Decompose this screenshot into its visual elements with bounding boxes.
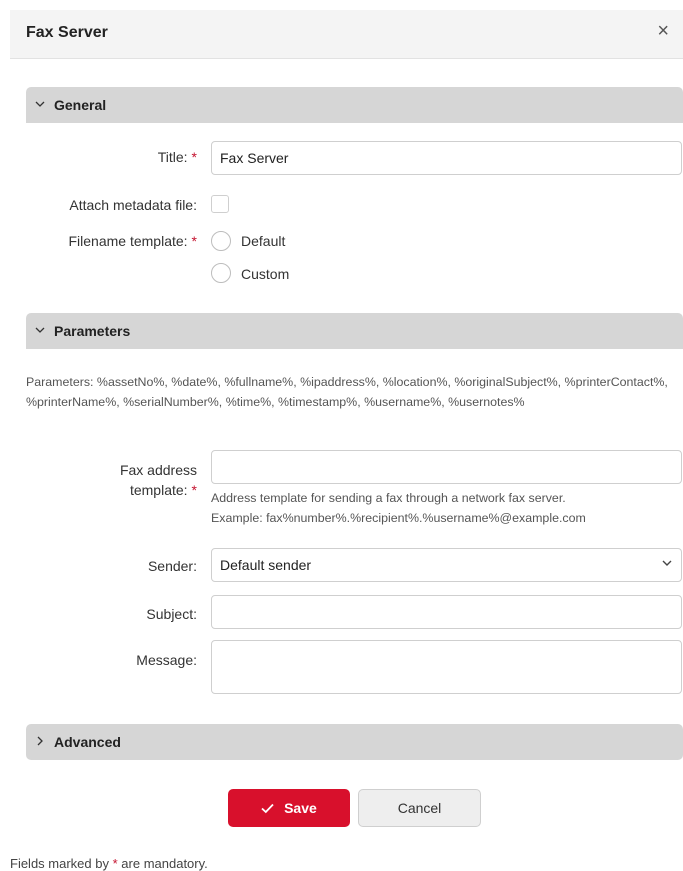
chevron-down-icon	[35, 313, 45, 349]
title-field-label: Title: *	[10, 149, 197, 165]
message-textarea[interactable]	[211, 640, 682, 694]
required-marker: *	[191, 149, 197, 165]
fax-address-label: Fax address template: *	[10, 460, 197, 500]
check-icon	[261, 800, 278, 816]
filename-label-text: Filename template:	[68, 233, 188, 249]
chevron-down-icon	[35, 87, 45, 123]
section-general-header[interactable]: General	[26, 87, 683, 123]
chevron-down-icon	[661, 549, 673, 581]
mandatory-fields-note: Fields marked by * are mandatory.	[10, 856, 208, 871]
filename-default-radio[interactable]	[211, 231, 231, 251]
dialog-title: Fax Server	[26, 24, 108, 41]
parameters-list: Parameters: %assetNo%, %date%, %fullname…	[26, 375, 668, 409]
filename-template-label: Filename template: *	[10, 233, 197, 249]
fax-address-input[interactable]	[211, 450, 682, 484]
filename-custom-label: Custom	[241, 266, 290, 282]
note-prefix: Fields marked by	[10, 856, 109, 871]
message-label: Message:	[136, 652, 197, 668]
save-button[interactable]: Save	[228, 789, 350, 827]
sender-select[interactable]: Default sender	[211, 548, 682, 582]
fax-hint-line1: Address template for sending a fax throu…	[211, 491, 566, 505]
attach-metadata-label: Attach metadata file:	[69, 197, 197, 213]
attach-metadata-checkbox[interactable]	[211, 195, 229, 213]
dialog-header: Fax Server ×	[10, 10, 683, 59]
filename-custom-radio[interactable]	[211, 263, 231, 283]
fax-label-line2: template:	[129, 482, 188, 498]
save-button-label: Save	[284, 800, 317, 816]
fax-server-dialog: Fax Server × General Title:* Attach meta…	[10, 10, 683, 871]
fax-hint-line2: Example: fax%number%.%recipient%.%userna…	[211, 511, 586, 525]
section-advanced-header[interactable]: Advanced	[26, 724, 683, 760]
sender-selected-value: Default sender	[220, 557, 312, 573]
subject-label: Subject:	[146, 606, 197, 622]
section-parameters-label: Parameters	[54, 323, 131, 339]
section-parameters-header[interactable]: Parameters	[26, 313, 683, 349]
close-icon[interactable]: ×	[657, 20, 669, 42]
chevron-right-icon	[35, 724, 45, 760]
required-marker: *	[191, 482, 197, 498]
note-suffix: are mandatory.	[121, 856, 208, 871]
cancel-button[interactable]: Cancel	[358, 789, 481, 827]
filename-default-label: Default	[241, 233, 286, 249]
section-advanced-label: Advanced	[54, 734, 121, 750]
subject-input[interactable]	[211, 595, 682, 629]
section-general-label: General	[54, 97, 107, 113]
sender-label: Sender:	[147, 558, 197, 574]
required-marker: *	[191, 233, 197, 249]
note-star: *	[112, 856, 118, 871]
fax-label-line1: Fax address	[119, 462, 197, 478]
title-input[interactable]	[211, 141, 682, 175]
title-label-text: Title:	[157, 149, 188, 165]
